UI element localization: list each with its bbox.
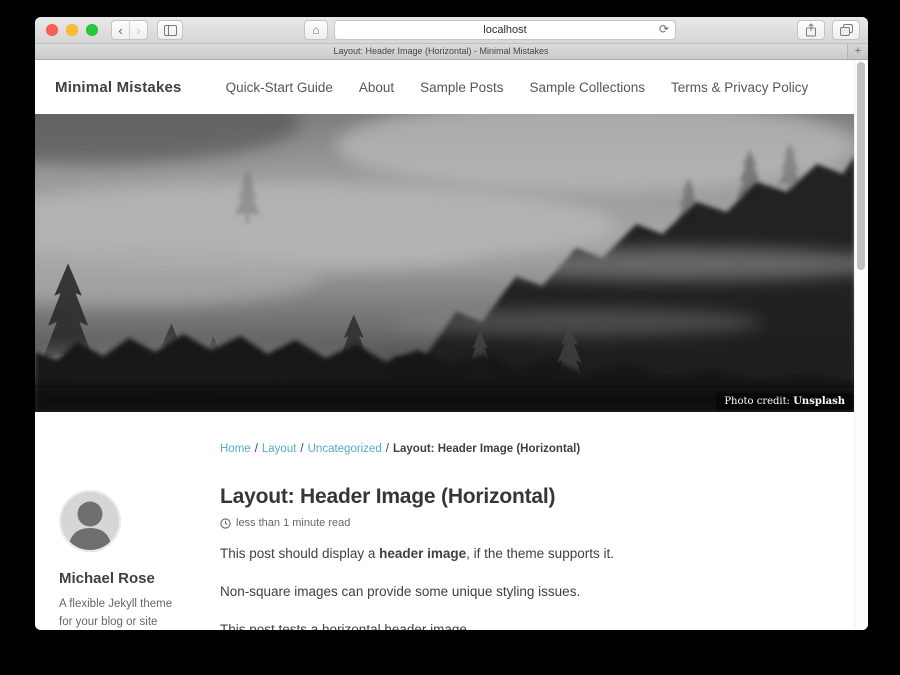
clock-icon	[220, 518, 231, 529]
sidebar-icon	[164, 25, 177, 36]
masthead: Minimal Mistakes Quick-Start Guide About…	[35, 60, 855, 114]
sidebar-toggle-button[interactable]	[157, 20, 183, 40]
nav-item-terms-privacy[interactable]: Terms & Privacy Policy	[671, 80, 808, 95]
photo-credit-prefix: Photo credit:	[724, 396, 793, 407]
photo-credit: Photo credit: Unsplash	[716, 393, 853, 410]
tab-title: Layout: Header Image (Horizontal) - Mini…	[333, 46, 548, 56]
browser-window: ‹ › ⌂ localhost ⟳	[35, 17, 868, 630]
tab-overview-button[interactable]	[832, 20, 860, 40]
plus-icon: +	[855, 45, 861, 57]
article: Home/Layout/Uncategorized/Layout: Header…	[220, 443, 820, 630]
breadcrumb: Home/Layout/Uncategorized/Layout: Header…	[220, 443, 820, 455]
toolbar-right-buttons	[797, 20, 860, 40]
new-tab-button[interactable]: +	[847, 44, 868, 59]
author-name: Michael Rose	[59, 570, 196, 587]
close-window-button[interactable]	[46, 24, 58, 36]
breadcrumb-separator: /	[255, 443, 258, 455]
page-viewport: Minimal Mistakes Quick-Start Guide About…	[35, 60, 868, 630]
paragraph-bold-text: header image	[379, 546, 466, 561]
read-time: less than 1 minute read	[236, 517, 350, 529]
nav-item-about[interactable]: About	[359, 80, 394, 95]
paragraph-text: , if the theme supports it.	[466, 546, 614, 561]
paragraph: This post tests a horizontal header imag…	[220, 621, 820, 630]
reload-icon: ⟳	[659, 22, 669, 36]
web-page: Minimal Mistakes Quick-Start Guide About…	[35, 60, 855, 630]
nav-item-sample-collections[interactable]: Sample Collections	[529, 80, 645, 95]
avatar	[59, 490, 121, 552]
tabs-icon	[840, 24, 853, 36]
site-title-link[interactable]: Minimal Mistakes	[55, 79, 182, 96]
scrollbar-thumb[interactable]	[857, 62, 865, 270]
breadcrumb-separator: /	[300, 443, 303, 455]
nav-item-quick-start-guide[interactable]: Quick-Start Guide	[226, 80, 333, 95]
nav-item-sample-posts[interactable]: Sample Posts	[420, 80, 503, 95]
share-button[interactable]	[797, 20, 825, 40]
forward-button[interactable]: ›	[130, 21, 147, 39]
breadcrumb-link-uncategorized[interactable]: Uncategorized	[308, 443, 382, 455]
primary-nav: Quick-Start Guide About Sample Posts Sam…	[226, 80, 809, 95]
window-controls	[46, 24, 98, 36]
paragraph: This post should display a header image,…	[220, 545, 820, 564]
page-title: Layout: Header Image (Horizontal)	[220, 485, 820, 509]
author-sidebar: Michael Rose A flexible Jekyll theme for…	[59, 443, 196, 630]
minimize-window-button[interactable]	[66, 24, 78, 36]
foggy-forest-image	[35, 114, 855, 412]
paragraph-text: Non-square images can provide some uniqu…	[220, 584, 580, 599]
breadcrumb-current: Layout: Header Image (Horizontal)	[393, 443, 580, 455]
tab-bar: Layout: Header Image (Horizontal) - Mini…	[35, 44, 868, 60]
breadcrumb-link-home[interactable]: Home	[220, 443, 251, 455]
share-icon	[805, 23, 817, 37]
paragraph: Non-square images can provide some uniqu…	[220, 583, 820, 602]
page-scrollbar[interactable]	[854, 60, 868, 630]
url-text: localhost	[483, 24, 526, 36]
reload-button[interactable]: ⟳	[659, 22, 669, 36]
content-area: Michael Rose A flexible Jekyll theme for…	[35, 412, 855, 630]
hero-header-image: Photo credit: Unsplash	[35, 114, 855, 412]
back-button[interactable]: ‹	[112, 21, 130, 39]
active-tab[interactable]: Layout: Header Image (Horizontal) - Mini…	[35, 44, 847, 59]
author-bio: A flexible Jekyll theme for your blog or…	[59, 595, 177, 630]
paragraph-text: This post tests a horizontal header imag…	[220, 622, 471, 630]
paragraph-text: This post should display a	[220, 546, 379, 561]
photo-credit-source: Unsplash	[793, 396, 845, 407]
browser-toolbar: ‹ › ⌂ localhost ⟳	[35, 17, 868, 44]
desktop: { "browser": { "url": "localhost", "tab_…	[0, 0, 900, 675]
home-button[interactable]: ⌂	[304, 20, 328, 40]
address-bar[interactable]: localhost ⟳	[334, 20, 676, 40]
breadcrumb-link-layout[interactable]: Layout	[262, 443, 297, 455]
home-icon: ⌂	[312, 23, 319, 37]
back-icon: ‹	[118, 24, 122, 37]
history-nav: ‹ ›	[111, 20, 148, 40]
zoom-window-button[interactable]	[86, 24, 98, 36]
breadcrumb-separator: /	[386, 443, 389, 455]
page-meta: less than 1 minute read	[220, 517, 820, 529]
forward-icon: ›	[136, 24, 140, 37]
